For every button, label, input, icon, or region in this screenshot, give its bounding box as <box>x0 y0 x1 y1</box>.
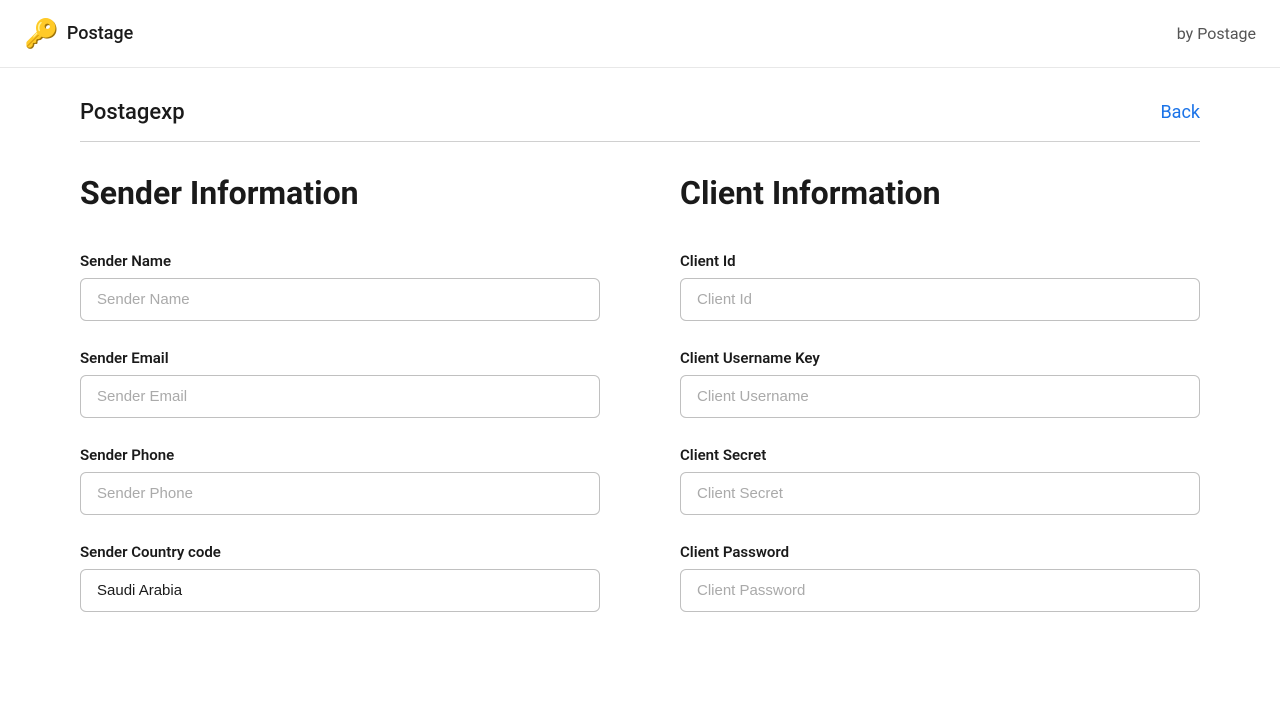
sender-phone-group: Sender Phone <box>80 446 600 515</box>
page-title: Postagexp <box>80 100 185 125</box>
sender-phone-input[interactable] <box>80 472 600 515</box>
sender-country-input[interactable] <box>80 569 600 612</box>
client-username-group: Client Username Key <box>680 349 1200 418</box>
sender-name-input[interactable] <box>80 278 600 321</box>
navbar-brand: 🔑 Postage <box>24 20 133 48</box>
sender-section: Sender Information Sender Name Sender Em… <box>80 174 600 640</box>
client-secret-label: Client Secret <box>680 446 1200 464</box>
sender-email-group: Sender Email <box>80 349 600 418</box>
client-password-label: Client Password <box>680 543 1200 561</box>
page-header: Postagexp Back <box>80 100 1200 125</box>
postage-logo-icon: 🔑 <box>24 20 59 48</box>
client-password-group: Client Password <box>680 543 1200 612</box>
client-username-input[interactable] <box>680 375 1200 418</box>
client-username-label: Client Username Key <box>680 349 1200 367</box>
sender-email-input[interactable] <box>80 375 600 418</box>
section-divider <box>80 141 1200 142</box>
sender-country-label: Sender Country code <box>80 543 600 561</box>
client-id-label: Client Id <box>680 252 1200 270</box>
sender-email-label: Sender Email <box>80 349 600 367</box>
client-id-group: Client Id <box>680 252 1200 321</box>
client-id-input[interactable] <box>680 278 1200 321</box>
client-section: Client Information Client Id Client User… <box>680 174 1200 640</box>
back-link[interactable]: Back <box>1160 102 1200 123</box>
sender-name-label: Sender Name <box>80 252 600 270</box>
form-columns: Sender Information Sender Name Sender Em… <box>80 174 1200 640</box>
navbar-brand-name: Postage <box>67 23 133 44</box>
main-content: Postagexp Back Sender Information Sender… <box>0 68 1280 672</box>
sender-name-group: Sender Name <box>80 252 600 321</box>
client-password-input[interactable] <box>680 569 1200 612</box>
client-section-title: Client Information <box>680 174 1200 212</box>
sender-section-title: Sender Information <box>80 174 600 212</box>
navbar: 🔑 Postage by Postage <box>0 0 1280 68</box>
sender-phone-label: Sender Phone <box>80 446 600 464</box>
client-secret-group: Client Secret <box>680 446 1200 515</box>
client-secret-input[interactable] <box>680 472 1200 515</box>
sender-country-group: Sender Country code <box>80 543 600 612</box>
navbar-by-postage: by Postage <box>1177 24 1256 43</box>
